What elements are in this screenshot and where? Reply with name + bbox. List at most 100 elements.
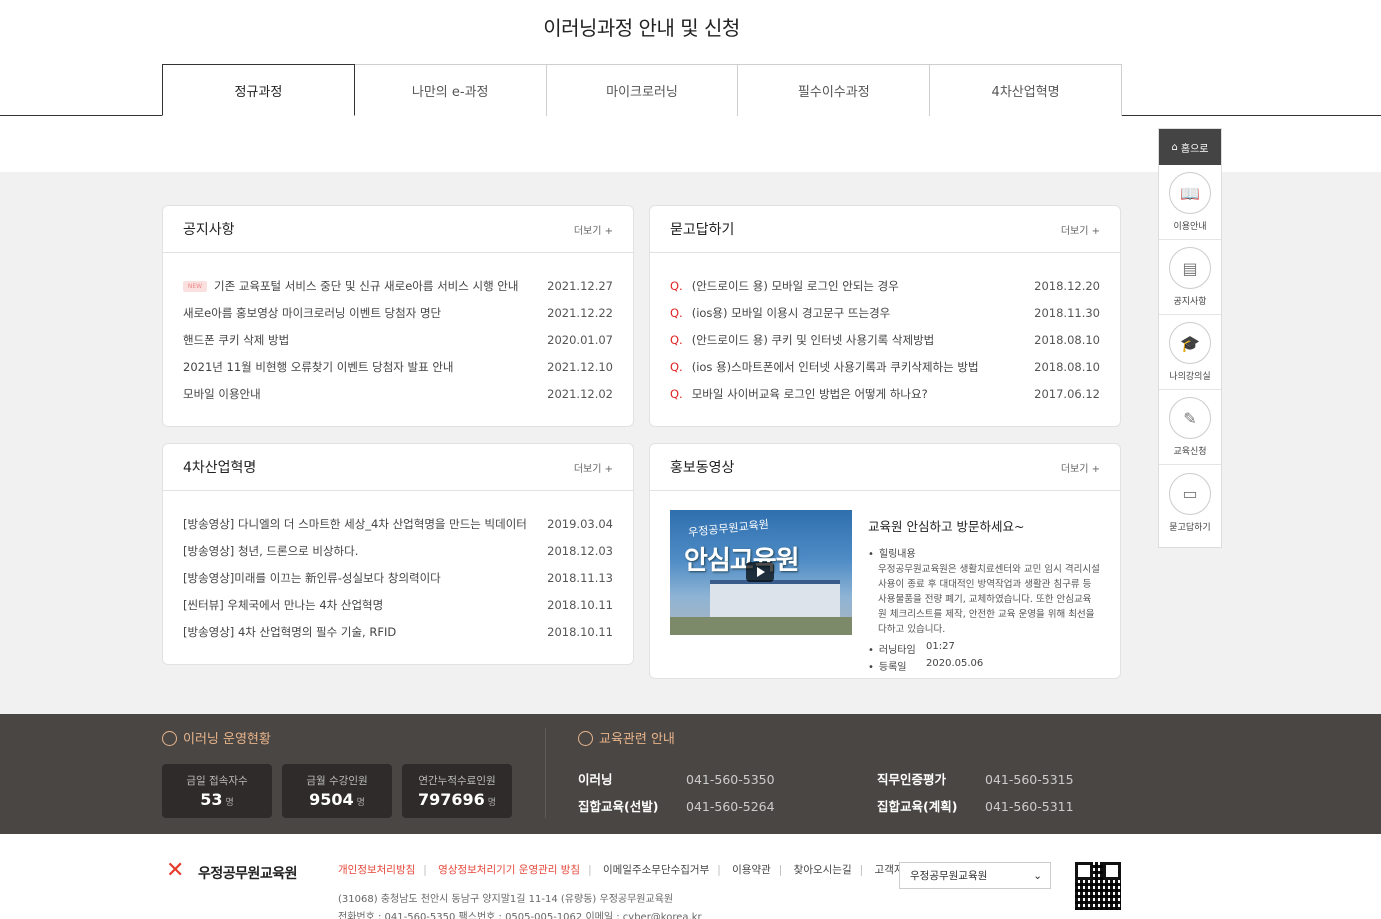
contact-label: 집합교육(계획) <box>877 799 958 814</box>
contact-phone: 041-560-5264 <box>686 799 775 814</box>
qna-more-link[interactable]: 더보기 + <box>1061 222 1100 237</box>
stat-year: 연간누적수료인원 797696 명 <box>402 764 512 818</box>
select-value: 우정공무원교육원 <box>910 870 988 882</box>
notice-icon: ▤ <box>1169 247 1211 289</box>
video-panel-title: 홍보동영상 <box>670 460 735 476</box>
stat-label: 금일 접속자수 <box>186 775 248 787</box>
notice-more-link[interactable]: 더보기 + <box>574 222 613 237</box>
status-title-text: 이러닝 운영현황 <box>183 732 271 747</box>
list-item[interactable]: 핸드폰 쿠키 삭제 방법 2020.01.07 <box>183 327 613 354</box>
footer-link-terms[interactable]: 이용약관 <box>732 864 771 876</box>
video-more-link[interactable]: 더보기 + <box>1061 460 1100 475</box>
qna-title: 묻고답하기 <box>670 222 735 238</box>
contact-label: 직무인증평가 <box>877 772 947 787</box>
contact-job-cert: 직무인증평가 041-560-5315 <box>877 769 1074 788</box>
quick-item-my-classroom[interactable]: 🎓 나의강의실 <box>1159 315 1221 390</box>
quick-item-notice[interactable]: ▤ 공지사항 <box>1159 240 1221 315</box>
course-tabs: 정규과정 나만의 e-과정 마이크로러닝 필수이수과정 4차산업혁명 <box>162 64 1122 116</box>
quick-item-label: 묻고답하기 <box>1169 522 1211 533</box>
contact-group-plan: 집합교육(계획) 041-560-5311 <box>877 796 1074 815</box>
link-separator: | <box>778 864 783 876</box>
qr-code-icon <box>1075 862 1121 910</box>
notice-title: 공지사항 <box>183 222 235 238</box>
quick-item-apply[interactable]: ✎ 교육신청 <box>1159 390 1221 465</box>
graduation-icon: 🎓 <box>1169 322 1211 364</box>
list-item[interactable]: [방송영상]미래를 이끄는 新인류-성실보다 창의력이다 2018.11.13 <box>183 565 613 592</box>
tab-my-e-course[interactable]: 나만의 e-과정 <box>354 64 547 116</box>
quick-item-label: 공지사항 <box>1173 297 1207 307</box>
tab-required[interactable]: 필수이수과정 <box>738 64 931 116</box>
video-panel: 홍보동영상 더보기 + 우정공무원교육원 안심교육원 교육원 안심하고 방문하세… <box>649 443 1121 679</box>
notice-panel: 공지사항 더보기 + NEW 기존 교육포털 서비스 중단 및 신규 새로e아름 … <box>162 205 634 427</box>
home-icon: ⌂ <box>1171 141 1178 153</box>
stat-value: 797696 <box>417 790 485 809</box>
list-item[interactable]: 2021년 11월 비현행 오류찾기 이벤트 당첨자 발표 안내 2021.12.… <box>183 353 613 380</box>
stat-label: 연간누적수료인원 <box>418 775 496 787</box>
footer-link-email-refuse[interactable]: 이메일주소무단수집거부 <box>603 864 709 876</box>
list-item[interactable]: 새로e아름 홍보영상 마이크로러닝 이벤트 당첨자 명단 2021.12.22 <box>183 300 613 327</box>
footer-address: (31068) 충청남도 천안시 동남구 양지말1길 11-14 (유량동) 우… <box>338 894 674 905</box>
stat-label: 금월 수강인원 <box>306 775 368 787</box>
home-label: 홈으로 <box>1180 143 1209 155</box>
contact-title-text: 교육관련 안내 <box>599 732 675 747</box>
monitor-icon: ▭ <box>1169 472 1211 515</box>
list-item[interactable]: [방송영상] 다니엘의 더 스마트한 세상_4차 산업혁명을 만드는 빅데이터 2… <box>183 511 613 538</box>
industry-title: 4차산업혁명 <box>183 460 257 476</box>
contact-label: 집합교육(선발) <box>578 799 659 814</box>
home-button[interactable]: ⌂ 홈으로 <box>1159 129 1221 165</box>
contact-elearning: 이러닝 041-560-5350 <box>578 769 775 788</box>
list-item[interactable]: [방송영상] 청년, 드론으로 비상하다. 2018.12.03 <box>183 538 613 565</box>
list-item[interactable]: Q. (안드로이드 용) 모바일 로그인 안되는 경우 2018.12.20 <box>670 273 1100 300</box>
list-item[interactable]: 모바일 이용안내 2021.12.02 <box>183 380 613 407</box>
stat-value: 53 <box>200 790 223 809</box>
video-title: 교육원 안심하고 방문하세요~ <box>868 519 1025 534</box>
list-item[interactable]: [씬터뷰] 우체국에서 만나는 4차 산업혁명 2018.10.11 <box>183 591 613 618</box>
status-title: 이러닝 운영현황 <box>162 728 271 747</box>
list-item[interactable]: Q. (ios용) 모바일 이용시 경고문구 뜨는경우 2018.11.30 <box>670 300 1100 327</box>
list-item[interactable]: NEW 기존 교육포털 서비스 중단 및 신규 새로e아름 서비스 시행 안내 20… <box>183 273 613 300</box>
link-separator: | <box>423 864 427 876</box>
runtime-label: 러닝타임 <box>868 641 926 656</box>
list-item[interactable]: Q. (ios 용)스마트폰에서 인터넷 사용기록과 쿠키삭제하는 방법 2018.… <box>670 353 1100 380</box>
video-thumbnail[interactable]: 우정공무원교육원 안심교육원 <box>670 510 852 635</box>
quick-item-label: 이용안내 <box>1173 222 1207 232</box>
list-item[interactable]: Q. 모바일 사이버교육 로그인 방법은 어떻게 하나요? 2017.06.12 <box>670 380 1100 407</box>
thumbnail-title: 안심교육원 <box>684 546 800 576</box>
link-separator: | <box>588 864 592 876</box>
contact-label: 이러닝 <box>578 772 613 787</box>
footer-divider <box>545 728 546 818</box>
tab-microlearning[interactable]: 마이크로러닝 <box>546 64 739 116</box>
page-title: 이러닝과정 안내 및 신청 <box>543 16 740 40</box>
link-separator: | <box>859 864 864 876</box>
list-item[interactable]: Q. (안드로이드 용) 쿠키 및 인터넷 사용기록 삭제방법 2018.08.10 <box>670 327 1100 354</box>
book-icon: 📖 <box>1169 172 1211 214</box>
runtime-value: 01:27 <box>926 641 955 652</box>
tab-industry4[interactable]: 4차산업혁명 <box>930 64 1122 116</box>
content-label: 힐링내용 <box>868 545 926 560</box>
footer-logo[interactable]: 우정공무원교육원 <box>164 858 298 884</box>
play-icon[interactable] <box>746 562 774 582</box>
tab-regular[interactable]: 정규과정 <box>162 64 355 116</box>
contact-group-select: 집합교육(선발) 041-560-5264 <box>578 796 775 815</box>
contact-phone: 041-560-5311 <box>985 799 1074 814</box>
list-item[interactable]: [방송영상] 4차 산업혁명의 필수 기술, RFID 2018.10.11 <box>183 618 613 645</box>
pencil-icon: ✎ <box>1169 397 1211 439</box>
quick-item-qna[interactable]: ▭ 묻고답하기 <box>1159 465 1221 540</box>
thumbnail-subtitle: 우정공무원교육원 <box>687 517 770 540</box>
ground-image <box>670 617 852 635</box>
footer-contact-info: 전화번호 : 041-560-5350 팩스번호 : 0505-005-1062… <box>338 912 702 919</box>
footer-link-directions[interactable]: 찾아오시는길 <box>794 864 852 876</box>
logo-icon <box>164 858 192 884</box>
stat-value: 9504 <box>309 790 354 809</box>
footer-links: 개인정보처리방침 | 영상정보처리기기 운영관리 방침 | 이메일주소무단수집거부 |… <box>338 862 912 877</box>
chevron-down-icon: ⌄ <box>1033 869 1042 882</box>
qna-panel: 묻고답하기 더보기 + Q. (안드로이드 용) 모바일 로그인 안되는 경우 20… <box>649 205 1121 427</box>
footer-link-cctv[interactable]: 영상정보처리기기 운영관리 방침 <box>438 864 580 876</box>
family-site-select[interactable]: 우정공무원교육원 ⌄ <box>899 862 1051 889</box>
contact-phone: 041-560-5350 <box>686 772 775 787</box>
quick-item-guide[interactable]: 📖 이용안내 <box>1159 165 1221 240</box>
stat-unit: 명 <box>225 798 234 808</box>
quick-item-label: 교육신청 <box>1173 447 1207 457</box>
industry-more-link[interactable]: 더보기 + <box>574 460 613 475</box>
footer-link-privacy[interactable]: 개인정보처리방침 <box>338 864 415 876</box>
